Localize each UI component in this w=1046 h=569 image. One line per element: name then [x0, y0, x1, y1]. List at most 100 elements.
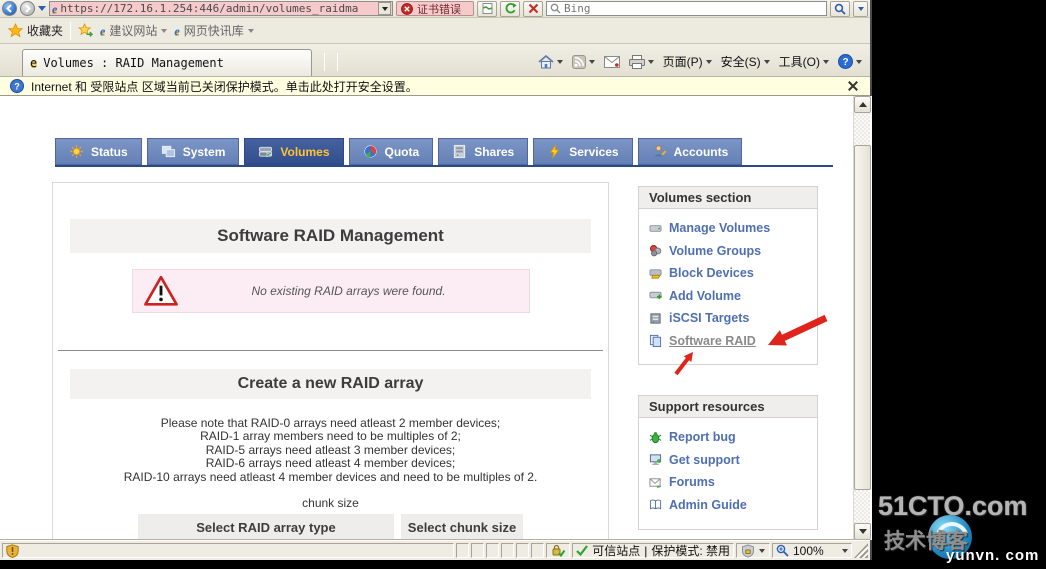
volumes-section-box: Volumes section Manage Volumes Volume Gr…	[638, 186, 818, 365]
chevron-down-icon	[823, 59, 829, 64]
security-shield-icon	[6, 543, 19, 558]
zone-divider: |	[644, 543, 648, 558]
status-cell	[486, 543, 500, 558]
tab-services[interactable]: Services	[533, 138, 633, 165]
navigation-bar: e https://172.16.1.254:446/admin/volumes…	[0, 0, 870, 18]
tab-label: Accounts	[673, 144, 729, 159]
tab-bar: e Volumes : RAID Management 页面(P) 安全(S) …	[0, 44, 870, 76]
tools-menu-button[interactable]: 工具(O)	[779, 53, 829, 70]
print-button[interactable]	[628, 54, 654, 69]
read-mail-button[interactable]	[603, 55, 620, 68]
link-label: Report bug	[669, 430, 736, 445]
link-report-bug[interactable]: Report bug	[649, 426, 817, 449]
page-menu-button[interactable]: 页面(P)	[663, 53, 712, 70]
scroll-down-button[interactable]	[854, 523, 871, 540]
url-text[interactable]: https://172.16.1.254:446/admin/volumes_r…	[60, 2, 375, 15]
compatibility-view-button[interactable]	[477, 0, 497, 17]
chevron-down-icon	[247, 28, 254, 33]
note-line: RAID-6 arrays need atleast 4 member devi…	[205, 456, 456, 471]
vertical-scrollbar[interactable]	[853, 96, 871, 540]
change-zone-button[interactable]	[736, 543, 770, 558]
safety-menu-label: 安全(S)	[720, 55, 761, 69]
forward-button[interactable]	[20, 1, 35, 16]
history-dropdown-icon[interactable]	[38, 6, 46, 11]
link-iscsi-targets[interactable]: iSCSI Targets	[649, 307, 817, 330]
link-admin-guide[interactable]: Admin Guide	[649, 494, 817, 517]
tab-volumes[interactable]: Volumes	[244, 138, 344, 165]
accounts-icon	[653, 145, 666, 157]
separator	[337, 53, 338, 71]
link-label: Volume Groups	[669, 243, 762, 258]
certificate-error-button[interactable]: 证书错误	[396, 1, 474, 16]
search-go-button[interactable]	[830, 0, 850, 17]
address-dropdown-button[interactable]	[378, 2, 391, 15]
security-report-cell[interactable]	[546, 543, 571, 558]
link-software-raid[interactable]: Software RAID	[649, 330, 817, 353]
scrollbar-thumb[interactable]	[854, 145, 871, 490]
tab-system[interactable]: System	[146, 138, 240, 165]
printer-icon	[628, 54, 645, 69]
note-line: RAID-5 arrays need atleast 3 member devi…	[205, 442, 456, 457]
protected-mode-label: 保护模式: 禁用	[651, 544, 730, 558]
web-slice-gallery-label: 网页快讯库	[183, 24, 244, 38]
status-cell	[471, 543, 485, 558]
tab-label: Volumes	[280, 144, 330, 159]
svg-text:?: ?	[14, 82, 20, 92]
zoom-level: 100%	[793, 543, 824, 558]
divider	[58, 350, 603, 351]
create-raid-title: Create a new RAID array	[70, 369, 591, 399]
chevron-down-icon	[588, 59, 595, 64]
iscsi-icon	[650, 313, 661, 324]
favorites-button[interactable]: 收藏夹	[8, 22, 63, 39]
link-label: Forums	[669, 475, 715, 490]
chevron-down-icon	[759, 548, 765, 553]
refresh-button[interactable]	[500, 0, 520, 17]
chunk-size-label: chunk size	[302, 496, 359, 511]
link-get-support[interactable]: Get support	[649, 449, 817, 472]
feeds-button[interactable]	[571, 54, 595, 69]
zoom-control[interactable]: 100%	[772, 543, 852, 558]
browser-tab[interactable]: e Volumes : RAID Management	[22, 49, 312, 76]
close-icon[interactable]	[846, 79, 860, 93]
tab-quota[interactable]: Quota	[348, 138, 434, 165]
infobar-message[interactable]: Internet 和 受限站点 区域当前已关闭保护模式。单击此处打开安全设置。	[31, 78, 418, 95]
suggested-sites-button[interactable]: e 建议网站	[100, 22, 168, 39]
resize-grip[interactable]	[854, 543, 868, 558]
page-ie-icon: e	[52, 1, 58, 16]
link-block-devices[interactable]: Block Devices	[649, 262, 817, 285]
zoom-icon	[776, 544, 789, 557]
safety-menu-button[interactable]: 安全(S)	[721, 53, 770, 70]
tab-accounts[interactable]: Accounts	[637, 138, 743, 165]
stop-button[interactable]	[523, 0, 543, 17]
back-button[interactable]	[2, 1, 17, 16]
protected-mode-shield-icon: ?	[10, 79, 24, 93]
scroll-up-button[interactable]	[854, 96, 871, 113]
link-forums[interactable]: Forums	[649, 471, 817, 494]
column-header-chunk-size: Select chunk size	[401, 514, 523, 540]
chevron-down-icon	[161, 28, 168, 33]
add-to-favorites-button[interactable]	[78, 23, 94, 38]
search-input[interactable]	[564, 2, 823, 15]
zone-label: 可信站点	[592, 544, 641, 558]
link-label: Software RAID	[669, 333, 756, 348]
check-icon	[576, 545, 589, 556]
shares-icon	[454, 144, 466, 159]
favorites-label: 收藏夹	[27, 24, 64, 38]
status-cell	[516, 543, 530, 558]
tab-label: Status	[91, 144, 128, 159]
refresh-icon	[505, 3, 517, 14]
address-bar[interactable]: e https://172.16.1.254:446/admin/volumes…	[49, 1, 393, 16]
note-line: Please note that RAID-0 arrays need atle…	[160, 416, 501, 430]
search-dropdown-button[interactable]	[853, 0, 868, 17]
information-bar[interactable]: ? Internet 和 受限站点 区域当前已关闭保护模式。单击此处打开安全设置…	[0, 76, 870, 96]
home-button[interactable]	[538, 54, 563, 69]
link-add-volume[interactable]: Add Volume	[649, 285, 817, 308]
web-slice-gallery-button[interactable]: e 网页快讯库	[174, 22, 254, 39]
tab-status[interactable]: Status	[55, 138, 142, 165]
link-manage-volumes[interactable]: Manage Volumes	[649, 217, 817, 240]
help-button[interactable]: ?	[838, 54, 862, 69]
link-volume-groups[interactable]: Volume Groups	[649, 240, 817, 263]
separator	[70, 21, 72, 40]
tab-shares[interactable]: Shares	[438, 138, 529, 165]
search-box[interactable]	[546, 1, 827, 16]
